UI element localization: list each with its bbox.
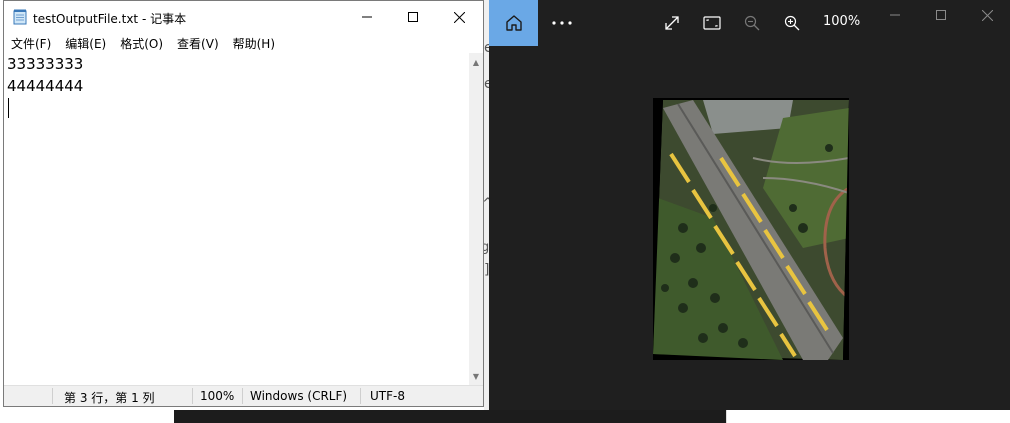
zoom-in-icon [784,15,800,31]
zoom-out-icon [744,15,760,31]
text-line: 33333333 [7,55,84,73]
status-divider [242,388,243,404]
expand-button[interactable] [659,10,685,36]
text-editor-area[interactable]: 33333333 44444444 [4,53,469,385]
menu-edit[interactable]: 编辑(E) [58,33,113,52]
scroll-up-icon[interactable]: ▲ [469,55,483,69]
menu-format[interactable]: 格式(O) [113,33,170,52]
text-line: 44444444 [7,77,84,95]
more-icon [552,21,572,25]
maximize-icon [408,12,418,22]
text-caret [8,98,9,118]
status-line-ending: Windows (CRLF) [250,389,348,403]
aerial-photo [653,98,849,360]
zoom-level: 100% [823,14,861,29]
home-icon [505,15,522,31]
menu-view[interactable]: 查看(V) [170,33,226,52]
status-divider [360,388,361,404]
minimize-icon [890,14,900,16]
menu-bar: 文件(F) 编辑(E) 格式(O) 查看(V) 帮助(H) [4,33,483,52]
fit-button[interactable] [699,10,725,36]
expand-icon [665,16,679,30]
window-title: testOutputFile.txt - 记事本 [33,12,187,26]
viewer-close-button[interactable] [964,0,1010,30]
notepad-app-icon [13,9,27,25]
close-icon [453,11,465,23]
background-window-bottom-right [726,410,847,423]
background-window-bottom [174,410,726,423]
viewer-minimize-button[interactable] [872,0,918,30]
status-zoom: 100% [200,389,235,403]
status-bar: 第 3 行，第 1 列 100% Windows (CRLF) UTF-8 [4,385,483,406]
fit-icon [703,16,721,30]
minimize-button[interactable] [344,1,390,33]
viewer-maximize-button[interactable] [918,0,964,30]
minimize-icon [362,16,372,18]
home-button[interactable] [489,0,538,46]
vertical-scrollbar[interactable]: ▲ ▼ [469,53,483,385]
status-divider [52,388,53,404]
close-button[interactable] [436,1,482,33]
maximize-button[interactable] [390,1,436,33]
more-button[interactable] [549,10,575,36]
zoom-out-button[interactable] [739,10,765,36]
title-bar[interactable]: testOutputFile.txt - 记事本 [4,1,483,33]
notepad-window: testOutputFile.txt - 记事本 文件(F) 编辑(E) 格式(… [3,0,484,407]
photo-viewer-window: 100% [489,0,1010,410]
menu-help[interactable]: 帮助(H) [226,33,282,52]
status-cursor-position: 第 3 行，第 1 列 [64,391,155,405]
menu-file[interactable]: 文件(F) [4,33,58,52]
status-divider [192,388,193,404]
zoom-in-button[interactable] [779,10,805,36]
status-encoding: UTF-8 [370,389,405,403]
maximize-icon [936,10,946,20]
scroll-down-icon[interactable]: ▼ [469,369,483,383]
close-icon [981,9,993,21]
